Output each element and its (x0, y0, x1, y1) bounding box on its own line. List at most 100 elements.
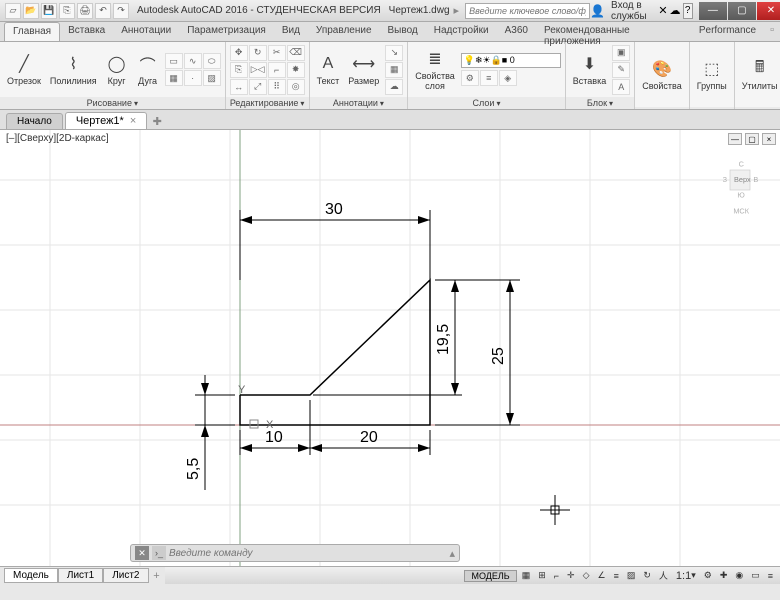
command-input[interactable] (169, 548, 446, 559)
maximize-button[interactable]: ▢ (728, 2, 756, 20)
text-button[interactable]: AТекст (314, 52, 343, 87)
layout-tab-1[interactable]: Лист1 (58, 568, 103, 583)
tab-a360[interactable]: A360 (497, 22, 536, 41)
help-button[interactable]: ? (683, 3, 693, 19)
vp-min-icon[interactable]: — (728, 133, 742, 145)
panel-block-title[interactable]: Блок (566, 97, 634, 109)
drawing-area[interactable]: [–][Сверху][2D-каркас] — ▢ × 30 (0, 130, 780, 566)
fillet-icon[interactable]: ⌐ (268, 62, 286, 78)
cmd-close-icon[interactable]: ✕ (135, 546, 149, 560)
add-layout-button[interactable]: + (149, 568, 165, 584)
props-button[interactable]: 🎨Свойства (639, 57, 685, 92)
explode-icon[interactable]: ✸ (287, 62, 305, 78)
close-tab-icon[interactable]: × (130, 115, 136, 127)
tab-annotate[interactable]: Аннотации (113, 22, 179, 41)
minimize-button[interactable]: — (699, 2, 727, 20)
move-icon[interactable]: ✥ (230, 45, 248, 61)
ellipse-icon[interactable]: ⬭ (203, 53, 221, 69)
tab-manage[interactable]: Управление (308, 22, 380, 41)
point-icon[interactable]: · (184, 70, 202, 86)
isolate-icon[interactable]: ✚ (717, 569, 731, 583)
exchange-icon[interactable]: ✕ (658, 4, 667, 17)
osnap-icon[interactable]: ◇ (580, 569, 593, 583)
panel-draw-title[interactable]: Рисование (0, 97, 225, 109)
layer-iso-icon[interactable]: ◈ (499, 70, 517, 86)
custom-icon[interactable]: ≡ (765, 569, 776, 583)
arc-button[interactable]: ⌒Дуга (134, 52, 162, 87)
file-tab-start[interactable]: Начало (6, 113, 63, 129)
open-icon[interactable]: 📂 (23, 3, 39, 19)
leader-icon[interactable]: ↘ (385, 45, 403, 61)
ribbon-collapse-icon[interactable]: ▫ (764, 22, 780, 41)
hatch-icon[interactable]: ▦ (165, 70, 183, 86)
create-block-icon[interactable]: ▣ (612, 45, 630, 61)
attr-icon[interactable]: A (612, 79, 630, 95)
lweight-icon[interactable]: ≡ (611, 569, 622, 583)
cycle-icon[interactable]: ↻ (640, 569, 654, 583)
rect-icon[interactable]: ▭ (165, 53, 183, 69)
erase-icon[interactable]: ⌫ (287, 45, 305, 61)
groups-button[interactable]: ⬚Группы (694, 57, 730, 92)
add-tab-button[interactable]: ✚ (149, 113, 165, 129)
scale-button[interactable]: 1:1▾ (673, 569, 699, 583)
table-icon[interactable]: ▦ (385, 62, 403, 78)
scale-icon[interactable]: ⤢ (249, 79, 267, 95)
ortho-icon[interactable]: ⌐ (551, 569, 562, 583)
line-button[interactable]: ╱Отрезок (4, 52, 44, 87)
tab-addins[interactable]: Надстройки (426, 22, 497, 41)
clean-icon[interactable]: ▭ (748, 569, 763, 583)
polar-icon[interactable]: ✛ (564, 569, 578, 583)
command-line[interactable]: ✕ ›_ ▴ (130, 544, 460, 562)
view-cube[interactable]: С Верх З В Ю МСК (710, 160, 770, 220)
utils-button[interactable]: 🖩Утилиты (739, 57, 780, 92)
new-icon[interactable]: ▱ (5, 3, 21, 19)
undo-icon[interactable]: ↶ (95, 3, 111, 19)
transp-icon[interactable]: ▨ (624, 569, 639, 583)
layout-tab-model[interactable]: Модель (4, 568, 58, 583)
viewport-label[interactable]: [–][Сверху][2D-каркас] (6, 133, 109, 144)
hw-icon[interactable]: ◉ (732, 569, 746, 583)
region-icon[interactable]: ▨ (203, 70, 221, 86)
tab-main[interactable]: Главная (4, 22, 60, 41)
cmd-expand-icon[interactable]: ▴ (449, 547, 455, 560)
gear-icon[interactable]: ⚙ (701, 569, 715, 583)
trim-icon[interactable]: ✂ (268, 45, 286, 61)
panel-modify-title[interactable]: Редактирование (226, 97, 309, 109)
status-model[interactable]: МОДЕЛЬ (464, 570, 516, 582)
panel-annot-title[interactable]: Аннотации (310, 97, 408, 109)
circle-button[interactable]: ◯Круг (103, 52, 131, 87)
tab-insert[interactable]: Вставка (60, 22, 113, 41)
anno-icon[interactable]: 人 (656, 569, 671, 583)
copy-icon[interactable]: ⎘ (230, 62, 248, 78)
save-icon[interactable]: 💾 (41, 3, 57, 19)
cloud-icon[interactable]: ☁ (385, 79, 403, 95)
layer-props-button[interactable]: ≣Свойства слоя (412, 47, 458, 92)
canvas[interactable]: 30 10 20 5,5 (0, 130, 780, 566)
tab-param[interactable]: Параметризация (179, 22, 274, 41)
stretch-icon[interactable]: ↔ (230, 79, 248, 95)
panel-layers-title[interactable]: Слои (408, 97, 565, 109)
tab-view[interactable]: Вид (274, 22, 308, 41)
mirror-icon[interactable]: ▷◁ (249, 62, 267, 78)
print-icon[interactable]: 🖨 (77, 3, 93, 19)
layer-match-icon[interactable]: ≡ (480, 70, 498, 86)
polyline-button[interactable]: ⌇Полилиния (47, 52, 100, 87)
tab-perf[interactable]: Performance (691, 22, 764, 41)
vp-max-icon[interactable]: ▢ (745, 133, 759, 145)
insert-block-button[interactable]: ⬇Вставка (570, 52, 609, 87)
spline-icon[interactable]: ∿ (184, 53, 202, 69)
layer-tool-icon[interactable]: ⚙ (461, 70, 479, 86)
grid-icon[interactable]: ▦ (519, 569, 534, 583)
file-tab-doc[interactable]: Чертеж1*× (65, 112, 147, 129)
otrack-icon[interactable]: ∠ (594, 569, 608, 583)
close-button[interactable]: ✕ (757, 2, 780, 20)
rotate-icon[interactable]: ↻ (249, 45, 267, 61)
search-input[interactable] (465, 3, 590, 19)
vp-close-icon[interactable]: × (762, 133, 776, 145)
saveas-icon[interactable]: ⎘ (59, 3, 75, 19)
offset-icon[interactable]: ◎ (287, 79, 305, 95)
snap-icon[interactable]: ⊞ (535, 569, 549, 583)
dimension-button[interactable]: ⟷Размер (345, 52, 382, 87)
redo-icon[interactable]: ↷ (113, 3, 129, 19)
tab-featured[interactable]: Рекомендованные приложения (536, 22, 691, 41)
